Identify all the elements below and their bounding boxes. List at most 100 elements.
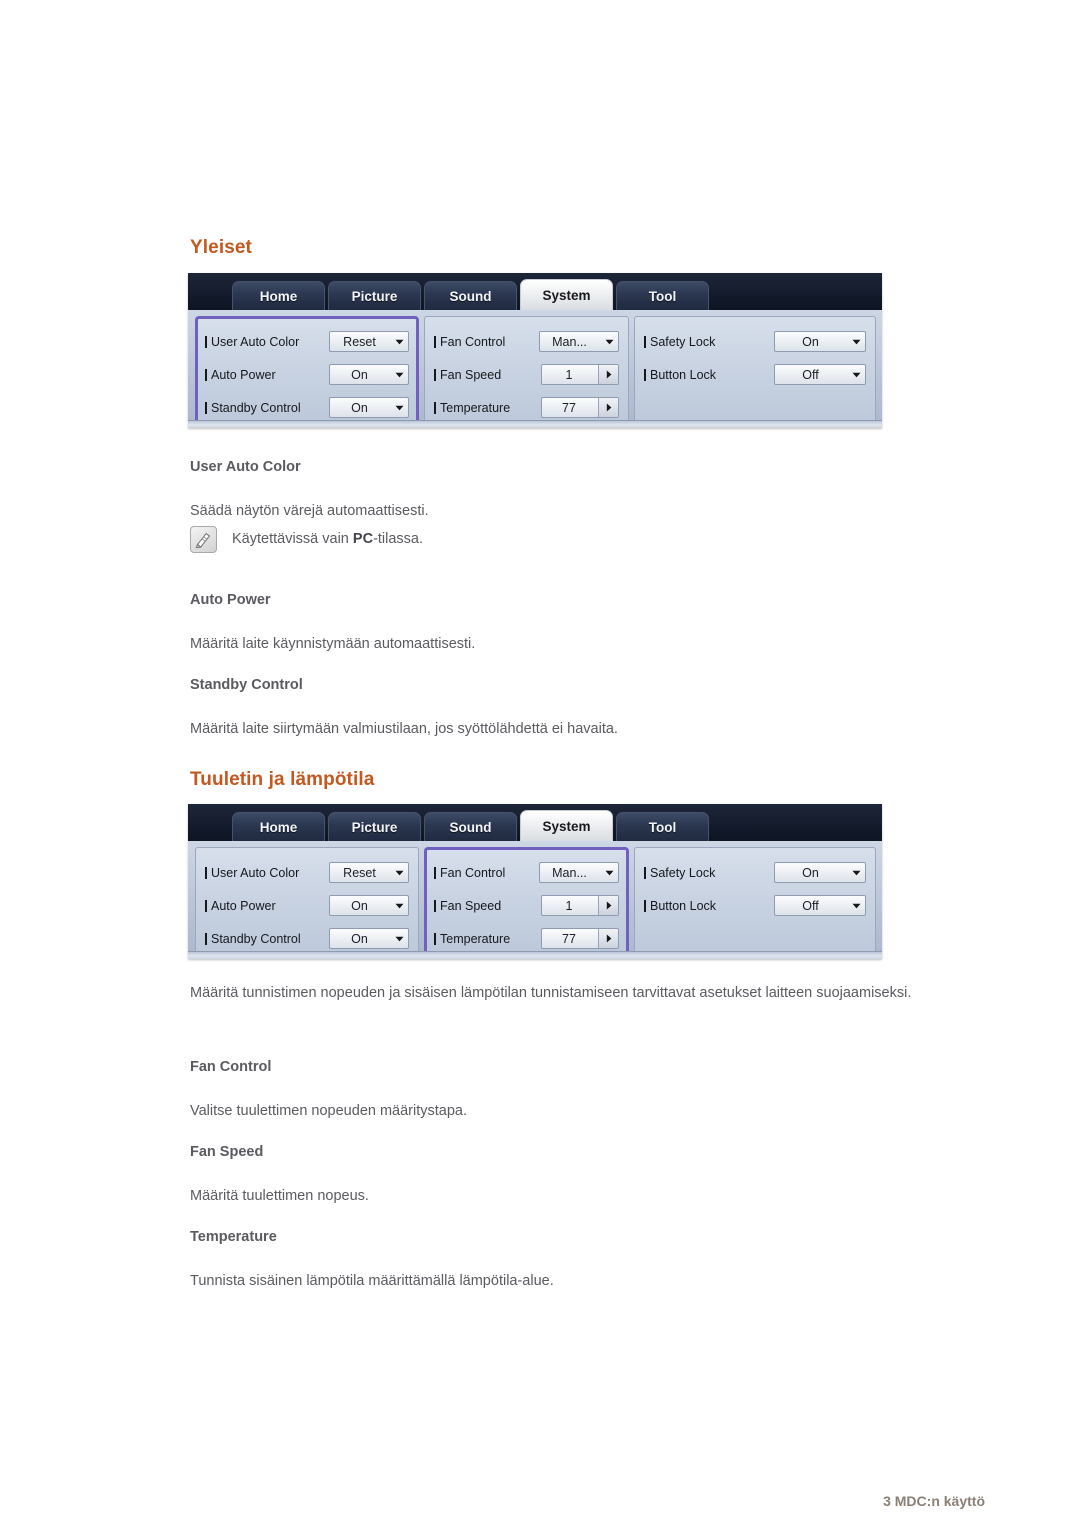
- bullet-bar-icon: [434, 932, 436, 945]
- tab-label: Picture: [351, 288, 398, 304]
- setting-value: Man...: [552, 334, 587, 349]
- chevron-down-icon[interactable]: [848, 903, 865, 909]
- setting-label-text: Temperature: [440, 931, 511, 946]
- dropdown-auto-power[interactable]: On: [329, 895, 409, 916]
- setting-row: Fan Control Man...: [434, 856, 619, 889]
- mdc-system-panel-fan[interactable]: Home Picture Sound System Tool User Auto Col…: [188, 804, 882, 959]
- tab-sound[interactable]: Sound: [424, 812, 517, 841]
- setting-label-text: Safety Lock: [650, 865, 716, 880]
- tab-sound[interactable]: Sound: [424, 281, 517, 310]
- tab-tool[interactable]: Tool: [616, 281, 709, 310]
- setting-value: 77: [562, 931, 576, 946]
- mdc-tabbar: Home Picture Sound System Tool: [188, 804, 882, 841]
- tab-label: Sound: [449, 819, 492, 835]
- note-pc-mode: Käytettävissä vain PC-tilassa.: [190, 526, 423, 553]
- tab-label: Tool: [648, 819, 677, 835]
- chevron-down-icon[interactable]: [848, 372, 865, 378]
- mdc-group-general[interactable]: User Auto Color Reset Auto Power On Standby …: [195, 316, 419, 428]
- tab-label: System: [542, 287, 591, 303]
- chevron-down-icon[interactable]: [601, 339, 618, 345]
- mdc-status-strip: [188, 951, 882, 959]
- dropdown-standby-control[interactable]: On: [329, 928, 409, 949]
- setting-value: 77: [562, 400, 576, 415]
- setting-row: Button Lock Off: [644, 358, 866, 391]
- tab-home[interactable]: Home: [232, 281, 325, 310]
- mdc-settings-body: User Auto Color Reset Auto Power On Standby …: [188, 310, 882, 428]
- spinner-right-arrow-icon[interactable]: [598, 398, 618, 417]
- tab-system[interactable]: System: [520, 279, 613, 310]
- setting-label: Fan Control: [434, 866, 539, 880]
- setting-label-text: Auto Power: [211, 367, 276, 382]
- dropdown-fan-control[interactable]: Man...: [539, 331, 619, 352]
- dropdown-auto-power[interactable]: On: [329, 364, 409, 385]
- setting-label-text: Auto Power: [211, 898, 276, 913]
- setting-label-text: User Auto Color: [211, 334, 300, 349]
- chevron-down-icon[interactable]: [391, 936, 408, 942]
- setting-label: Auto Power: [205, 368, 329, 382]
- setting-value: Man...: [552, 865, 587, 880]
- tab-system[interactable]: System: [520, 810, 613, 841]
- setting-value: On: [351, 898, 368, 913]
- dropdown-safety-lock[interactable]: On: [774, 862, 866, 883]
- body-standby-control: Määritä laite siirtymään valmiustilaan, …: [190, 720, 618, 737]
- setting-value: On: [351, 367, 368, 382]
- bullet-bar-icon: [205, 368, 207, 381]
- spinner-fan-speed[interactable]: 1: [541, 364, 619, 385]
- setting-label: Button Lock: [644, 368, 774, 382]
- body-fan-speed: Määritä tuulettimen nopeus.: [190, 1187, 369, 1204]
- dropdown-user-auto-color[interactable]: Reset: [329, 862, 409, 883]
- setting-label-text: Temperature: [440, 400, 511, 415]
- chevron-down-icon[interactable]: [391, 870, 408, 876]
- bullet-bar-icon: [644, 866, 646, 879]
- document-page: Yleiset Home Picture Sound System Tool User …: [0, 0, 1080, 1527]
- spinner-fan-speed[interactable]: 1: [541, 895, 619, 916]
- setting-label: Safety Lock: [644, 866, 774, 880]
- dropdown-safety-lock[interactable]: On: [774, 331, 866, 352]
- chevron-down-icon[interactable]: [601, 870, 618, 876]
- dropdown-fan-control[interactable]: Man...: [539, 862, 619, 883]
- chevron-down-icon[interactable]: [391, 372, 408, 378]
- spinner-right-arrow-icon[interactable]: [598, 929, 618, 948]
- setting-row: User Auto Color Reset: [205, 856, 409, 889]
- setting-label: User Auto Color: [205, 335, 329, 349]
- chevron-down-icon[interactable]: [848, 339, 865, 345]
- setting-value: On: [351, 931, 368, 946]
- tab-tool[interactable]: Tool: [616, 812, 709, 841]
- spinner-right-arrow-icon[interactable]: [598, 365, 618, 384]
- mdc-group-lock[interactable]: Safety Lock On Button Lock Off: [634, 847, 876, 959]
- setting-row: Fan Control Man...: [434, 325, 619, 358]
- chevron-down-icon[interactable]: [391, 903, 408, 909]
- section-heading-yleiset: Yleiset: [190, 236, 252, 258]
- chevron-down-icon[interactable]: [391, 339, 408, 345]
- setting-row: Auto Power On: [205, 889, 409, 922]
- mdc-group-fan[interactable]: Fan Control Man... Fan Speed 1 Temperature 77: [424, 316, 629, 428]
- dropdown-standby-control[interactable]: On: [329, 397, 409, 418]
- tab-label: Sound: [449, 288, 492, 304]
- dropdown-user-auto-color[interactable]: Reset: [329, 331, 409, 352]
- mdc-group-lock[interactable]: Safety Lock On Button Lock Off: [634, 316, 876, 428]
- sub-heading-fan-control: Fan Control: [190, 1058, 272, 1075]
- mdc-group-general[interactable]: User Auto Color Reset Auto Power On Standby …: [195, 847, 419, 959]
- setting-label: Fan Speed: [434, 899, 541, 913]
- dropdown-button-lock[interactable]: Off: [774, 895, 866, 916]
- chevron-down-icon[interactable]: [848, 870, 865, 876]
- bullet-bar-icon: [644, 899, 646, 912]
- mdc-group-fan[interactable]: Fan Control Man... Fan Speed 1 Temperature 77: [424, 847, 629, 959]
- setting-row: Auto Power On: [205, 358, 409, 391]
- spinner-right-arrow-icon[interactable]: [598, 896, 618, 915]
- spinner-temperature[interactable]: 77: [541, 397, 619, 418]
- spinner-temperature[interactable]: 77: [541, 928, 619, 949]
- chevron-down-icon[interactable]: [391, 405, 408, 411]
- setting-row: Safety Lock On: [644, 325, 866, 358]
- tab-picture[interactable]: Picture: [328, 812, 421, 841]
- setting-value: Off: [802, 367, 819, 382]
- setting-value: On: [351, 400, 368, 415]
- setting-row: User Auto Color Reset: [205, 325, 409, 358]
- setting-value: Off: [802, 898, 819, 913]
- mdc-status-strip: [188, 420, 882, 428]
- mdc-system-panel-general[interactable]: Home Picture Sound System Tool User Auto Col…: [188, 273, 882, 428]
- tab-home[interactable]: Home: [232, 812, 325, 841]
- dropdown-button-lock[interactable]: Off: [774, 364, 866, 385]
- setting-value: 1: [565, 367, 573, 382]
- tab-picture[interactable]: Picture: [328, 281, 421, 310]
